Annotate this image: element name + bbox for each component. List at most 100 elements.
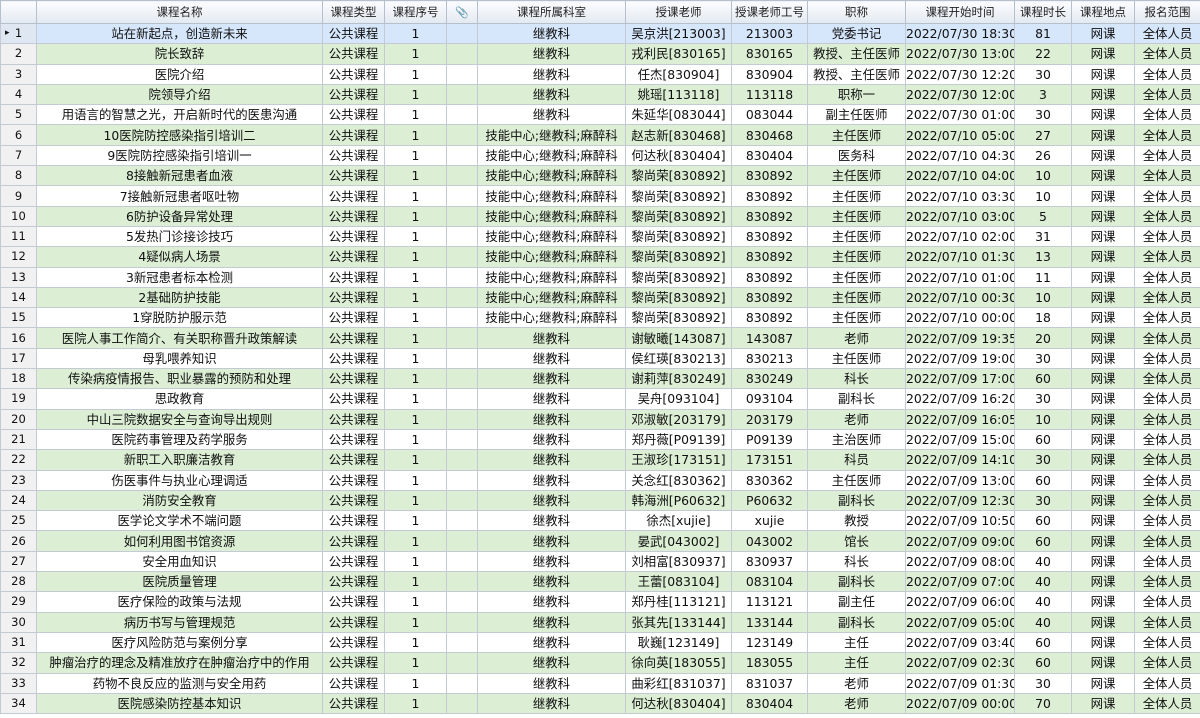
- cell-place[interactable]: 网课: [1071, 591, 1135, 613]
- table-row[interactable]: 21 医院药事管理及药学服务 公共课程 1 继教科 郑丹薇[P09139] P09139 主治…: [0, 428, 1200, 451]
- cell-duration[interactable]: 10: [1014, 165, 1072, 187]
- cell-place[interactable]: 网课: [1071, 165, 1135, 187]
- cell-teacher[interactable]: 赵志新[830468]: [625, 124, 732, 146]
- cell-scope[interactable]: 全体人员: [1134, 307, 1200, 329]
- cell-teacher[interactable]: 黎尚荣[830892]: [625, 286, 732, 309]
- cell-type[interactable]: 公共课程: [322, 307, 385, 329]
- cell-start[interactable]: 2022/07/10 05:00: [905, 124, 1015, 146]
- cell-place[interactable]: 网课: [1071, 63, 1135, 85]
- cell-name[interactable]: 中山三院数据安全与查询导出规则: [36, 408, 323, 430]
- column-header-attachment[interactable]: 📎: [446, 0, 478, 24]
- cell-seq[interactable]: 1: [384, 205, 447, 227]
- column-header-name[interactable]: 课程名称: [36, 0, 323, 24]
- cell-place[interactable]: 网课: [1071, 43, 1135, 65]
- row-number-cell[interactable]: 33: [0, 672, 37, 694]
- cell-seq[interactable]: 1: [384, 428, 447, 451]
- row-number-cell[interactable]: 7: [0, 144, 37, 167]
- cell-teacher[interactable]: 侯红瑛[830213]: [625, 347, 732, 370]
- cell-type[interactable]: 公共课程: [322, 266, 385, 288]
- cell-duration[interactable]: 22: [1014, 43, 1072, 65]
- cell-start[interactable]: 2022/07/09 03:40: [905, 631, 1015, 654]
- cell-attach[interactable]: [446, 489, 478, 512]
- row-number-cell[interactable]: 6: [0, 124, 37, 146]
- cell-teacher[interactable]: 黎尚荣[830892]: [625, 185, 732, 207]
- cell-name[interactable]: 新职工入职廉洁教育: [36, 449, 323, 471]
- cell-start[interactable]: 2022/07/09 16:05: [905, 408, 1015, 430]
- cell-dept[interactable]: 技能中心;继教科;麻醉科: [477, 185, 626, 207]
- cell-seq[interactable]: 1: [384, 246, 447, 268]
- row-number-cell[interactable]: 23: [0, 469, 37, 491]
- cell-title[interactable]: 主任医师: [807, 185, 906, 207]
- table-row[interactable]: 22 新职工入职廉洁教育 公共课程 1 继教科 王淑珍[173151] 173151 科员 20…: [0, 449, 1200, 471]
- cell-place[interactable]: 网课: [1071, 652, 1135, 674]
- cell-duration[interactable]: 40: [1014, 550, 1072, 573]
- cell-attach[interactable]: [446, 449, 478, 471]
- cell-type[interactable]: 公共课程: [322, 246, 385, 268]
- cell-dept[interactable]: 继教科: [477, 530, 626, 552]
- cell-teacher[interactable]: 韩海洲[P60632]: [625, 489, 732, 512]
- cell-attach[interactable]: [446, 611, 478, 633]
- cell-scope[interactable]: 全体人员: [1134, 124, 1200, 146]
- cell-type[interactable]: 公共课程: [322, 469, 385, 491]
- column-header-dept[interactable]: 课程所属科室: [477, 0, 626, 24]
- cell-dept[interactable]: 继教科: [477, 692, 626, 715]
- table-row[interactable]: 9 7接触新冠患者呕吐物 公共课程 1 技能中心;继教科;麻醉科 黎尚荣[830892] 8…: [0, 185, 1200, 207]
- cell-seq[interactable]: 1: [384, 286, 447, 309]
- cell-duration[interactable]: 11: [1014, 266, 1072, 288]
- cell-seq[interactable]: 1: [384, 185, 447, 207]
- cell-type[interactable]: 公共课程: [322, 83, 385, 106]
- cell-place[interactable]: 网课: [1071, 428, 1135, 451]
- cell-name[interactable]: 医疗保险的政策与法规: [36, 591, 323, 613]
- table-row[interactable]: 32 肿瘤治疗的理念及精准放疗在肿瘤治疗中的作用 公共课程 1 继教科 徐向英[18305…: [0, 652, 1200, 674]
- cell-scope[interactable]: 全体人员: [1134, 591, 1200, 613]
- cell-type[interactable]: 公共课程: [322, 205, 385, 227]
- cell-seq[interactable]: 1: [384, 22, 447, 45]
- table-row[interactable]: 5 用语言的智慧之光，开启新时代的医患沟通 公共课程 1 继教科 朱延华[083044] 0…: [0, 104, 1200, 126]
- row-number-cell[interactable]: 5: [0, 104, 37, 126]
- cell-tid[interactable]: 830892: [731, 205, 808, 227]
- row-number-cell[interactable]: 14: [0, 286, 37, 309]
- cell-duration[interactable]: 31: [1014, 225, 1072, 248]
- cell-attach[interactable]: [446, 307, 478, 329]
- cell-seq[interactable]: 1: [384, 104, 447, 126]
- cell-seq[interactable]: 1: [384, 591, 447, 613]
- cell-seq[interactable]: 1: [384, 368, 447, 390]
- cell-dept[interactable]: 技能中心;继教科;麻醉科: [477, 246, 626, 268]
- cell-attach[interactable]: [446, 428, 478, 451]
- cell-name[interactable]: 消防安全教育: [36, 489, 323, 512]
- cell-name[interactable]: 医疗风险防范与案例分享: [36, 631, 323, 654]
- cell-duration[interactable]: 27: [1014, 124, 1072, 146]
- cell-tid[interactable]: P60632: [731, 489, 808, 512]
- cell-scope[interactable]: 全体人员: [1134, 631, 1200, 654]
- cell-dept[interactable]: 技能中心;继教科;麻醉科: [477, 205, 626, 227]
- cell-teacher[interactable]: 吴京洪[213003]: [625, 22, 732, 45]
- column-header-place[interactable]: 课程地点: [1071, 0, 1135, 24]
- row-number-cell[interactable]: ▸ 1: [0, 22, 37, 45]
- cell-teacher[interactable]: 吴舟[093104]: [625, 388, 732, 410]
- cell-scope[interactable]: 全体人员: [1134, 571, 1200, 593]
- cell-attach[interactable]: [446, 530, 478, 552]
- cell-duration[interactable]: 40: [1014, 611, 1072, 633]
- cell-type[interactable]: 公共课程: [322, 611, 385, 633]
- cell-duration[interactable]: 60: [1014, 428, 1072, 451]
- cell-title[interactable]: 教授: [807, 510, 906, 532]
- cell-duration[interactable]: 60: [1014, 530, 1072, 552]
- cell-tid[interactable]: 830892: [731, 266, 808, 288]
- cell-name[interactable]: 医学论文学术不端问题: [36, 510, 323, 532]
- cell-teacher[interactable]: 黎尚荣[830892]: [625, 266, 732, 288]
- cell-attach[interactable]: [446, 571, 478, 593]
- cell-attach[interactable]: [446, 368, 478, 390]
- table-row[interactable]: 18 传染病疫情报告、职业暴露的预防和处理 公共课程 1 继教科 谢莉萍[830249] 8…: [0, 368, 1200, 390]
- cell-dept[interactable]: 继教科: [477, 652, 626, 674]
- cell-tid[interactable]: 173151: [731, 449, 808, 471]
- cell-attach[interactable]: [446, 510, 478, 532]
- cell-place[interactable]: 网课: [1071, 347, 1135, 370]
- cell-type[interactable]: 公共课程: [322, 124, 385, 146]
- cell-type[interactable]: 公共课程: [322, 185, 385, 207]
- table-row[interactable]: 30 病历书写与管理规范 公共课程 1 继教科 张其先[133144] 133144 副科长 2…: [0, 611, 1200, 633]
- cell-dept[interactable]: 继教科: [477, 672, 626, 694]
- cell-dept[interactable]: 技能中心;继教科;麻醉科: [477, 266, 626, 288]
- row-number-cell[interactable]: 13: [0, 266, 37, 288]
- cell-tid[interactable]: 831037: [731, 672, 808, 694]
- cell-attach[interactable]: [446, 83, 478, 106]
